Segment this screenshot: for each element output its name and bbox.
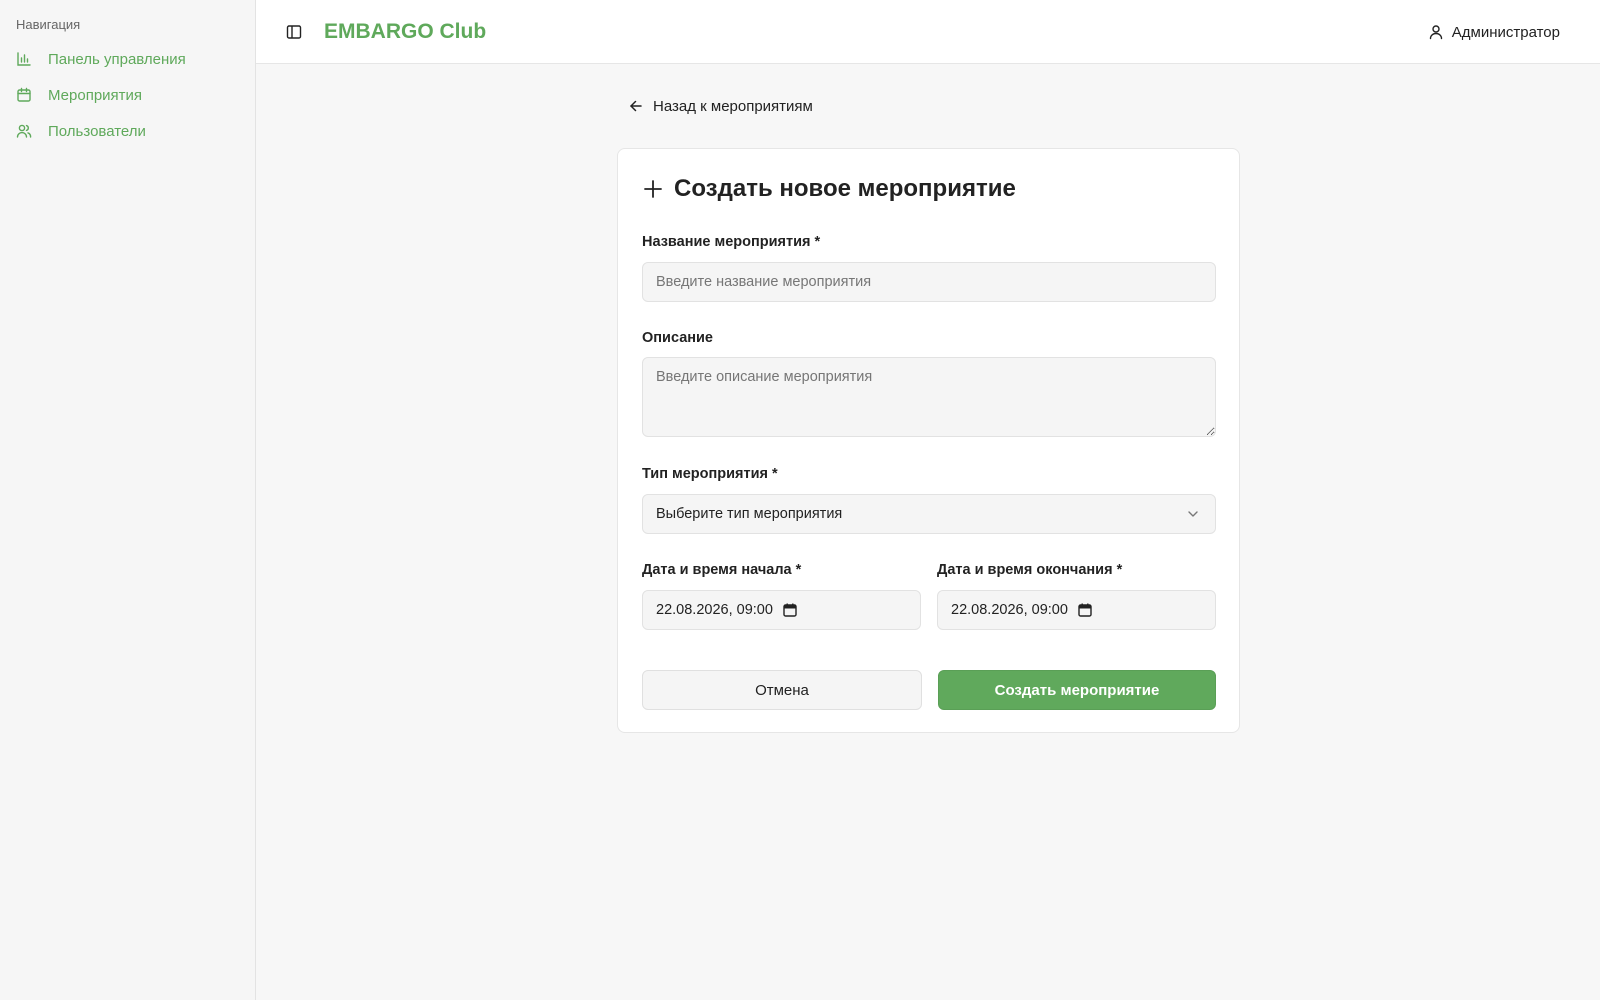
bar-chart-icon — [16, 51, 32, 67]
event-name-label: Название мероприятия * — [642, 234, 821, 250]
sidebar-section-title: Навигация — [16, 17, 81, 32]
end-datetime-value: 22.08.2026, 09:00 — [951, 602, 1068, 618]
back-link-label: Назад к мероприятиям — [653, 97, 813, 115]
user-menu-button[interactable]: Администратор — [1428, 0, 1560, 64]
start-datetime-input[interactable]: 22.08.2026, 09:00 — [642, 590, 921, 630]
brand-title: EMBARGO Club — [324, 19, 487, 43]
create-event-card: Создать новое мероприятие Название мероп… — [617, 148, 1240, 733]
description-label: Описание — [642, 330, 713, 346]
calendar-picker-icon[interactable] — [1078, 603, 1092, 617]
user-name: Администратор — [1451, 23, 1560, 41]
sidebar-toggle-icon[interactable] — [286, 24, 302, 40]
event-type-label: Тип мероприятия * — [642, 466, 778, 482]
event-type-selected-value: Выберите тип мероприятия — [656, 506, 843, 522]
event-name-input[interactable] — [642, 262, 1216, 302]
create-event-button[interactable]: Создать мероприятие — [938, 670, 1216, 710]
plus-icon — [642, 178, 664, 200]
start-datetime-value: 22.08.2026, 09:00 — [656, 602, 773, 618]
back-to-events-link[interactable]: Назад к мероприятиям — [629, 96, 813, 116]
sidebar: Навигация Панель управления Мероприятия … — [0, 0, 256, 1000]
sidebar-item-users[interactable]: Пользователи — [0, 113, 255, 149]
user-icon — [1428, 24, 1444, 40]
sidebar-item-label: Пользователи — [48, 122, 146, 140]
sidebar-item-label: Панель управления — [48, 50, 186, 68]
sidebar-item-dashboard[interactable]: Панель управления — [0, 41, 255, 77]
users-icon — [16, 123, 32, 139]
calendar-picker-icon[interactable] — [783, 603, 797, 617]
start-datetime-label: Дата и время начала * — [642, 562, 802, 578]
end-datetime-input[interactable]: 22.08.2026, 09:00 — [937, 590, 1216, 630]
form-title-text: Создать новое мероприятие — [674, 175, 1016, 202]
description-textarea[interactable] — [642, 357, 1216, 437]
chevron-down-icon — [1186, 507, 1200, 521]
sidebar-item-events[interactable]: Мероприятия — [0, 77, 255, 113]
arrow-left-icon — [629, 99, 643, 113]
sidebar-item-label: Мероприятия — [48, 86, 143, 104]
cancel-button[interactable]: Отмена — [642, 670, 922, 710]
top-header: EMBARGO Club Администратор — [256, 0, 1600, 64]
event-type-select[interactable]: Выберите тип мероприятия — [642, 494, 1216, 534]
end-datetime-label: Дата и время окончания * — [937, 562, 1123, 578]
calendar-icon — [16, 87, 32, 103]
form-title: Создать новое мероприятие — [642, 175, 1016, 203]
